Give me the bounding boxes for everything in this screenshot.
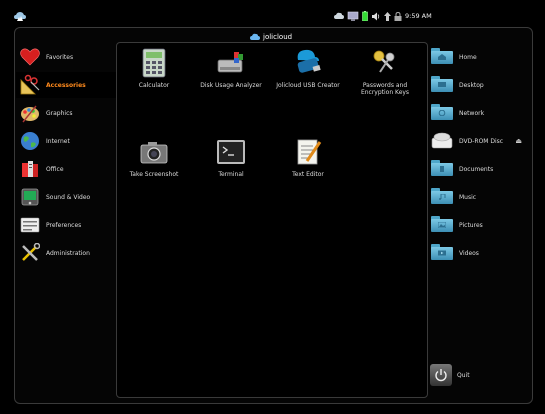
category-favorites[interactable]: Favorites <box>16 44 118 70</box>
text-editor-icon <box>293 137 323 167</box>
place-music[interactable]: Music <box>428 184 528 210</box>
category-administration[interactable]: Administration <box>16 240 118 266</box>
place-label: DVD-ROM Disc <box>459 137 504 145</box>
category-accessories[interactable]: Accessories <box>16 72 118 98</box>
calculator-icon <box>139 48 169 78</box>
terminal-icon <box>216 137 246 167</box>
volume-icon[interactable] <box>371 12 381 23</box>
network-monitor-icon[interactable] <box>347 11 359 23</box>
administration-icon <box>19 242 41 264</box>
category-internet[interactable]: Internet <box>16 128 118 154</box>
clock[interactable]: 9:59 AM <box>405 12 432 20</box>
cloud-icon[interactable] <box>334 12 344 22</box>
app-grid: Calculator Disk Usage Analyzer Jolicloud… <box>116 42 428 398</box>
office-icon <box>19 158 41 180</box>
category-label: Accessories <box>46 81 86 89</box>
app-label: Terminal <box>218 171 244 178</box>
app-calculator[interactable]: Calculator <box>117 48 191 89</box>
jolicloud-cloud-icon <box>250 33 260 40</box>
place-home[interactable]: Home <box>428 44 528 70</box>
category-label: Sound & Video <box>46 193 91 201</box>
category-label: Preferences <box>46 221 82 229</box>
category-label: Graphics <box>46 109 73 117</box>
category-office[interactable]: Office <box>16 156 118 182</box>
keys-icon <box>370 48 400 78</box>
place-label: Pictures <box>459 221 483 229</box>
app-text-editor[interactable]: Text Editor <box>271 137 345 178</box>
app-label: Disk Usage Analyzer <box>200 82 262 89</box>
category-label: Administration <box>46 249 90 257</box>
heart-icon <box>19 46 41 68</box>
lock-icon[interactable] <box>394 11 402 23</box>
network-folder-icon <box>431 104 453 122</box>
documents-folder-icon <box>431 160 453 178</box>
brand-name: jolicloud <box>263 33 293 41</box>
system-tray <box>334 11 402 23</box>
app-disk-usage-analyzer[interactable]: Disk Usage Analyzer <box>194 48 268 89</box>
music-folder-icon <box>431 188 453 206</box>
app-label: Text Editor <box>292 171 324 178</box>
place-videos[interactable]: Videos <box>428 240 528 266</box>
place-label: Documents <box>459 165 494 173</box>
place-network[interactable]: Network <box>428 100 528 126</box>
videos-folder-icon <box>431 244 453 262</box>
place-label: Music <box>459 193 477 201</box>
usb-creator-icon <box>293 48 323 78</box>
jolicloud-logo-icon[interactable] <box>13 10 27 22</box>
app-passwords-keys[interactable]: Passwords and Encryption Keys <box>348 48 422 96</box>
app-label: Jolicloud USB Creator <box>276 82 340 89</box>
place-label: Desktop <box>459 81 484 89</box>
quit-label: Quit <box>457 371 470 379</box>
quit-button[interactable]: Quit <box>430 364 470 386</box>
desktop-folder-icon <box>431 76 453 94</box>
preferences-icon <box>19 214 41 236</box>
place-label: Videos <box>459 249 479 257</box>
eject-icon[interactable]: ⏏ <box>515 137 522 145</box>
disk-usage-icon <box>216 48 246 78</box>
place-desktop[interactable]: Desktop <box>428 72 528 98</box>
category-graphics[interactable]: Graphics <box>16 100 118 126</box>
graphics-icon <box>19 102 41 124</box>
dvd-drive-icon <box>431 132 453 150</box>
place-pictures[interactable]: Pictures <box>428 212 528 238</box>
place-label: Network <box>459 109 485 117</box>
category-label: Favorites <box>46 53 74 61</box>
globe-icon <box>19 130 41 152</box>
accessories-icon <box>19 74 41 96</box>
battery-icon[interactable] <box>362 11 368 23</box>
app-label: Passwords and Encryption Keys <box>360 82 410 96</box>
app-label: Calculator <box>138 82 170 89</box>
app-take-screenshot[interactable]: Take Screenshot <box>117 137 191 178</box>
home-folder-icon <box>431 48 453 66</box>
power-icon <box>430 364 452 386</box>
app-label: Take Screenshot <box>129 171 179 178</box>
camera-icon <box>139 137 169 167</box>
category-label: Office <box>46 165 64 173</box>
upload-icon[interactable] <box>384 11 391 23</box>
place-documents[interactable]: Documents <box>428 156 528 182</box>
app-terminal[interactable]: Terminal <box>194 137 268 178</box>
category-preferences[interactable]: Preferences <box>16 212 118 238</box>
top-bar: 9:59 AM <box>0 0 545 28</box>
place-dvd-rom[interactable]: DVD-ROM Disc ⏏ <box>428 128 528 154</box>
place-label: Home <box>459 53 477 61</box>
category-label: Internet <box>46 137 70 145</box>
sound-video-icon <box>19 186 41 208</box>
pictures-folder-icon <box>431 216 453 234</box>
category-sound-video[interactable]: Sound & Video <box>16 184 118 210</box>
app-usb-creator[interactable]: Jolicloud USB Creator <box>271 48 345 89</box>
